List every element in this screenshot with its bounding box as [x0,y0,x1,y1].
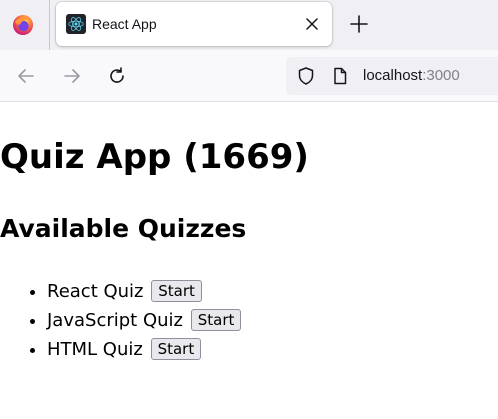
list-item: React Quiz Start [47,277,241,306]
tab-react-app[interactable]: React App [56,2,332,46]
quiz-name: HTML Quiz [47,339,143,360]
list-item: JavaScript Quiz Start [47,306,242,335]
start-button[interactable]: Start [150,338,202,360]
page-icon[interactable] [330,66,350,86]
react-icon [66,14,86,34]
quiz-list: React Quiz Start JavaScript Quiz Start H… [0,277,242,364]
page-title: Quiz App (1669) [0,137,309,177]
url-host: localhost [363,67,423,84]
quiz-name: JavaScript Quiz [47,310,183,331]
browser-tab-bar: React App [0,0,498,50]
url-bar[interactable]: localhost:3000 [286,57,498,95]
plus-icon[interactable] [348,13,370,35]
section-heading: Available Quizzes [0,214,247,243]
page-content: Quiz App (1669) Available Quizzes React … [0,102,498,419]
url-text[interactable]: localhost:3000 [363,67,460,84]
arrow-right-icon[interactable] [60,64,84,88]
browser-nav-bar: localhost:3000 [0,50,498,102]
url-port: :3000 [422,67,460,84]
start-button[interactable]: Start [190,309,242,331]
list-item: HTML Quiz Start [47,335,241,364]
tab-divider [49,0,50,50]
reload-icon[interactable] [105,64,129,88]
shield-icon[interactable] [296,66,316,86]
arrow-left-icon[interactable] [14,64,38,88]
firefox-icon[interactable] [0,0,46,50]
start-button[interactable]: Start [151,280,202,302]
tab-title: React App [92,16,157,32]
close-icon[interactable] [302,14,322,34]
quiz-name: React Quiz [47,281,144,302]
